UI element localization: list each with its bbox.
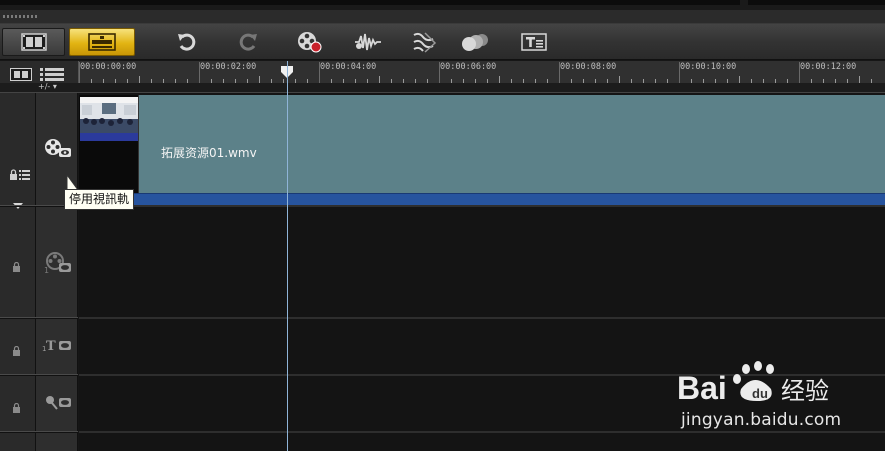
- svg-text:du: du: [752, 386, 768, 401]
- ruler-tick: [679, 62, 680, 83]
- track-controls-column: [0, 93, 36, 451]
- lock-icon[interactable]: [12, 257, 22, 276]
- lock-icon[interactable]: [12, 341, 22, 360]
- auto-music-button[interactable]: [408, 28, 440, 56]
- watermark-url: jingyan.baidu.com: [681, 410, 842, 430]
- clip-thumbnail: [79, 95, 139, 193]
- ruler-row: 00:00:00:00 00:00:02:00 00:00:04:00 00:0…: [0, 61, 885, 83]
- time-ruler[interactable]: 00:00:00:00 00:00:02:00 00:00:04:00 00:0…: [78, 61, 885, 83]
- film-reel-record-icon: [298, 32, 322, 53]
- video-clip[interactable]: 拓展资源01.wmv: [79, 95, 885, 205]
- ruler-tick: [619, 76, 620, 83]
- ruler-tick: [499, 76, 500, 83]
- ruler-tick: [799, 62, 800, 83]
- sound-mixer-button[interactable]: [352, 28, 384, 56]
- ruler-subbar: +/- ▾: [0, 82, 885, 93]
- storyboard-view-button[interactable]: [2, 28, 65, 56]
- svg-text:1: 1: [44, 266, 49, 275]
- motion-tracking-button[interactable]: [459, 28, 491, 56]
- film-strip-icon: [10, 68, 32, 81]
- clip-name: 拓展资源01.wmv: [161, 146, 257, 160]
- redo-button[interactable]: [233, 28, 263, 56]
- spheres-icon: [462, 34, 488, 51]
- timecode-label: 00:00:12:00: [800, 62, 857, 72]
- title-text-icon: [521, 33, 547, 51]
- ruler-tick: [739, 76, 740, 83]
- record-capture-button[interactable]: [293, 28, 325, 56]
- svg-text:经验: 经验: [781, 377, 829, 405]
- ruler-tick: [199, 62, 200, 83]
- audio-wave-icon: [355, 33, 381, 51]
- ruler-tick: [859, 76, 860, 83]
- clip-thumbnail-image: [80, 97, 138, 141]
- svg-text:Bai: Bai: [677, 370, 727, 406]
- baidu-watermark: Bai du 经验 jingyan.baidu.com: [675, 355, 885, 435]
- baidu-logo: Bai du 经验: [677, 361, 829, 406]
- timeline-icon: [88, 33, 116, 51]
- overlay-track-icon[interactable]: 1: [44, 251, 72, 279]
- title-track-label: T: [46, 339, 56, 354]
- voice-track-icon[interactable]: [44, 394, 72, 416]
- tooltip: 停用視訊軌: [64, 189, 135, 210]
- track-divider: [0, 431, 78, 433]
- playhead-line[interactable]: [287, 61, 288, 451]
- ruler-tick: [139, 76, 140, 83]
- panel-grip[interactable]: [0, 10, 885, 24]
- timecode-label: 00:00:08:00: [560, 62, 617, 72]
- undo-button[interactable]: [172, 28, 202, 56]
- timeline-view-button[interactable]: [69, 28, 135, 56]
- track-divider: [0, 317, 78, 319]
- music-wave-icon: [413, 32, 437, 53]
- redo-icon: [239, 33, 257, 51]
- track-headers-column: 1 1 T: [36, 93, 78, 451]
- ruler-tick: [379, 76, 380, 83]
- track-divider: [0, 374, 78, 376]
- video-track-eye-icon[interactable]: [44, 138, 72, 164]
- timecode-label: 00:00:00:00: [80, 62, 137, 72]
- timecode-label: 00:00:06:00: [440, 62, 497, 72]
- lock-icon[interactable]: [12, 398, 22, 417]
- undo-icon: [178, 33, 196, 51]
- film-strip-icon: [20, 33, 47, 51]
- top-bar: [0, 0, 885, 10]
- timecode-label: 00:00:04:00: [320, 62, 377, 72]
- subtitle-editor-button[interactable]: [518, 28, 550, 56]
- ruler-tick: [259, 76, 260, 83]
- ruler-tick: [559, 62, 560, 83]
- title-track-icon[interactable]: 1 T: [42, 337, 72, 359]
- timeline-toolbar: [0, 24, 885, 60]
- add-remove-tracks-button[interactable]: +/- ▾: [38, 82, 57, 92]
- ruler-tick: [79, 62, 80, 83]
- add-remove-label: +/-: [38, 82, 51, 91]
- ruler-tick: [319, 62, 320, 83]
- ruler-tick: [439, 62, 440, 83]
- timecode-label: 00:00:10:00: [680, 62, 737, 72]
- timecode-label: 00:00:02:00: [200, 62, 257, 72]
- clip-audio-strip: [79, 193, 885, 205]
- lock-track-icon[interactable]: [9, 166, 31, 185]
